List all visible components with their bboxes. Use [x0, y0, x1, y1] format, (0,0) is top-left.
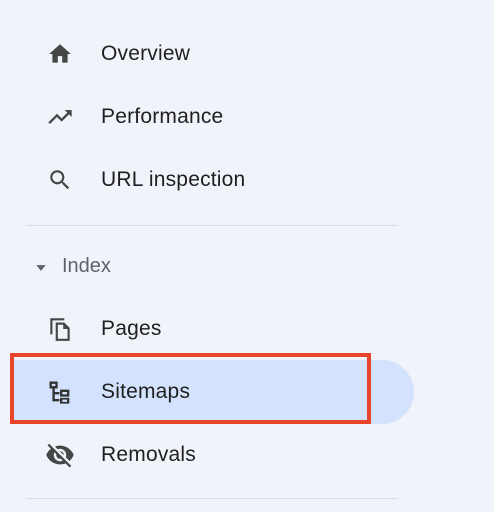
index-section-header[interactable]: Index [0, 242, 414, 290]
sidebar-item-pages[interactable]: Pages [0, 298, 414, 360]
pages-icon [44, 313, 76, 345]
search-icon [44, 164, 76, 196]
sidebar-item-removals[interactable]: Removals [0, 424, 414, 486]
sidebar-item-performance[interactable]: Performance [0, 86, 414, 148]
sidebar-item-label: Performance [101, 105, 224, 128]
sidebar-nav: Overview Performance URL inspection Inde… [0, 0, 494, 512]
section-label: Index [62, 254, 111, 277]
sidebar-item-label: Pages [101, 317, 162, 340]
sitemap-icon [44, 376, 76, 408]
caret-down-icon [33, 260, 49, 276]
home-icon [44, 38, 76, 70]
sidebar-item-label: URL inspection [101, 168, 246, 191]
visibility-off-icon [44, 439, 76, 471]
sidebar-item-label: Overview [101, 42, 191, 65]
sidebar-item-label: Removals [101, 443, 196, 466]
trending-up-icon [44, 101, 76, 133]
sidebar-item-label: Sitemaps [101, 380, 191, 403]
sidebar-item-sitemaps[interactable]: Sitemaps [10, 360, 414, 424]
divider [26, 498, 398, 499]
sidebar-item-url-inspection[interactable]: URL inspection [0, 149, 414, 211]
sidebar-item-overview[interactable]: Overview [0, 23, 414, 85]
divider [26, 225, 398, 226]
